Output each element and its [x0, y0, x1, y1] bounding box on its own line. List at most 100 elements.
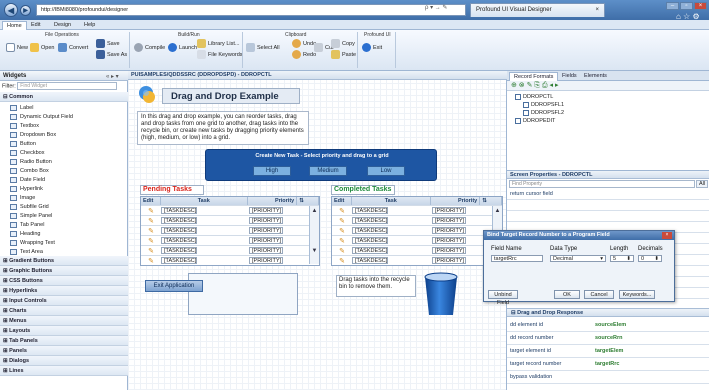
- table-row[interactable]: ✎ [TASKDESC] [PRIORITY]: [332, 245, 502, 255]
- cancel-button[interactable]: Cancel: [584, 290, 614, 299]
- property-row[interactable]: [507, 211, 709, 222]
- ok-button[interactable]: OK: [554, 290, 580, 299]
- table-row[interactable]: ✎ [TASKDESC] [PRIORITY]: [332, 215, 502, 225]
- unbind-field-button[interactable]: Unbind Field: [488, 290, 518, 306]
- address-bar[interactable]: http://IBMi8080/profoundui/designer: [36, 4, 466, 16]
- back-icon[interactable]: ◀: [4, 3, 18, 17]
- recycle-bin-icon[interactable]: [422, 271, 460, 317]
- all-properties-button[interactable]: All: [696, 180, 708, 188]
- design-canvas[interactable]: PUISAMPLES/QDDSSRC (DDROPDSPD) - DDROPCT…: [128, 71, 507, 390]
- category-common[interactable]: ⊟ Common: [0, 92, 128, 102]
- edit-pencil-icon[interactable]: ✎: [141, 227, 161, 235]
- dd-property-row[interactable]: dd record number sourceRrn: [507, 332, 709, 345]
- paste-button[interactable]: Paste: [331, 50, 356, 59]
- edit-pencil-icon[interactable]: ✎: [332, 247, 352, 255]
- close-icon[interactable]: ×: [694, 2, 707, 10]
- widget-category[interactable]: ⊞ Input Controls: [0, 296, 128, 306]
- copy-button[interactable]: Copy: [331, 39, 355, 48]
- save-button[interactable]: Save: [96, 39, 120, 48]
- widget-item[interactable]: Simple Panel: [10, 211, 52, 220]
- edit-pencil-icon[interactable]: ✎: [332, 207, 352, 215]
- property-row[interactable]: return cursor field: [507, 189, 709, 200]
- table-row[interactable]: ✎ [TASKDESC] [PRIORITY]: [332, 255, 502, 265]
- priority-medium[interactable]: Medium: [309, 166, 347, 176]
- table-row[interactable]: ✎ [TASKDESC] [PRIORITY]: [141, 245, 319, 255]
- widget-item[interactable]: Date Field: [10, 175, 45, 184]
- tab-help[interactable]: Help: [80, 21, 99, 30]
- tab-close-icon[interactable]: ×: [595, 7, 599, 13]
- exit-button[interactable]: Exit: [362, 43, 382, 52]
- grid-scrollbar[interactable]: ▲▼: [309, 206, 319, 264]
- tree-item-ddropsfl2[interactable]: DDROPSFL2: [523, 110, 564, 116]
- data-type-select[interactable]: Decimal ▾: [550, 255, 606, 262]
- priority-high[interactable]: High: [253, 166, 291, 176]
- edit-pencil-icon[interactable]: ✎: [141, 237, 161, 245]
- file-keywords-button[interactable]: File Keywords: [197, 50, 243, 59]
- decimals-input[interactable]: 0 ⬍: [638, 255, 662, 262]
- table-row[interactable]: ✎ [TASKDESC] [PRIORITY]: [141, 215, 319, 225]
- save-as-button[interactable]: Save As: [96, 50, 127, 59]
- widget-item[interactable]: Dropdown Box: [10, 130, 56, 139]
- widget-item[interactable]: Button: [10, 139, 36, 148]
- dd-property-row[interactable]: target element id targetElem: [507, 345, 709, 358]
- field-name-input[interactable]: targetRrc: [491, 255, 543, 262]
- tab-record-formats[interactable]: Record Formats: [509, 72, 559, 81]
- length-input[interactable]: 5 ⬍: [610, 255, 634, 262]
- edit-pencil-icon[interactable]: ✎: [332, 237, 352, 245]
- compile-button[interactable]: Compile: [134, 43, 165, 52]
- widget-category[interactable]: ⊞ Charts: [0, 306, 128, 316]
- find-property-input[interactable]: Find Property: [509, 180, 695, 188]
- widget-item[interactable]: Dynamic Output Field: [10, 112, 73, 121]
- redo-button[interactable]: Redo: [292, 50, 316, 59]
- browser-tab[interactable]: Profound UI Visual Designer ×: [470, 3, 605, 17]
- tab-edit[interactable]: Edit: [27, 21, 44, 30]
- table-row[interactable]: ✎ [TASKDESC] [PRIORITY]: [332, 205, 502, 215]
- widget-category[interactable]: ⊞ Lines: [0, 366, 128, 376]
- widget-category[interactable]: ⊞ Panels: [0, 346, 128, 356]
- edit-pencil-icon[interactable]: ✎: [141, 247, 161, 255]
- widget-category[interactable]: ⊞ Dialogs: [0, 356, 128, 366]
- table-row[interactable]: ✎ [TASKDESC] [PRIORITY]: [141, 235, 319, 245]
- table-row[interactable]: ✎ [TASKDESC] [PRIORITY]: [332, 235, 502, 245]
- widget-item[interactable]: Tab Panel: [10, 220, 44, 229]
- minimize-icon[interactable]: –: [666, 2, 679, 10]
- widget-item[interactable]: Combo Box: [10, 166, 49, 175]
- tab-design[interactable]: Design: [50, 21, 75, 30]
- table-row[interactable]: ✎ [TASKDESC] [PRIORITY]: [332, 225, 502, 235]
- widget-item[interactable]: Label: [10, 103, 33, 112]
- record-format-toolbar[interactable]: ⊕ ⊗ ✎ ⎘ ⎙ ◂ ▸: [507, 81, 709, 91]
- widget-category[interactable]: ⊞ CSS Buttons: [0, 276, 128, 286]
- priority-low[interactable]: Low: [367, 166, 405, 176]
- edit-pencil-icon[interactable]: ✎: [141, 217, 161, 225]
- widget-item[interactable]: Checkbox: [10, 148, 44, 157]
- tab-fields[interactable]: Fields: [558, 72, 581, 81]
- new-button[interactable]: New: [6, 43, 28, 52]
- library-list-button[interactable]: Library List...: [197, 39, 239, 48]
- completed-tasks-grid[interactable]: Edit Task Priority ⇅ ✎ [TASKDESC] [PRIORITY] ✎[…: [331, 196, 503, 266]
- tab-home[interactable]: Home: [2, 21, 27, 30]
- edit-pencil-icon[interactable]: ✎: [332, 217, 352, 225]
- dd-property-row[interactable]: target record number targetRrc: [507, 358, 709, 371]
- dd-property-row[interactable]: bypass validation: [507, 371, 709, 384]
- table-row[interactable]: ✎ [TASKDESC] [PRIORITY]: [141, 205, 319, 215]
- widget-filter-input[interactable]: Find Widget: [17, 82, 118, 90]
- tree-item-ddropsfl1[interactable]: DDROPSFL1: [523, 102, 564, 108]
- edit-pencil-icon[interactable]: ✎: [332, 257, 352, 265]
- convert-button[interactable]: Convert: [58, 43, 88, 52]
- maximize-icon[interactable]: ▫: [680, 2, 693, 10]
- widget-category[interactable]: ⊞ Hyperlinks: [0, 286, 128, 296]
- widget-category[interactable]: ⊞ Graphic Buttons: [0, 266, 128, 276]
- widget-category[interactable]: ⊞ Tab Panels: [0, 336, 128, 346]
- open-button[interactable]: Open: [30, 43, 54, 52]
- address-bar-icons[interactable]: ρ ▾ → ✎: [425, 4, 447, 11]
- tab-elements[interactable]: Elements: [580, 72, 611, 81]
- panel-controls-icons[interactable]: « ▸ ▾: [106, 73, 119, 80]
- tree-item-ddropctl[interactable]: DDROPCTL: [515, 94, 553, 100]
- tree-item-ddropedit[interactable]: DDROPEDIT: [515, 118, 555, 124]
- keywords-button[interactable]: Keywords...: [619, 290, 655, 299]
- select-all-button[interactable]: Select All: [246, 43, 280, 52]
- widget-item[interactable]: Hyperlink: [10, 184, 43, 193]
- widget-item[interactable]: Heading: [10, 229, 41, 238]
- widget-item[interactable]: Image: [10, 193, 35, 202]
- table-row[interactable]: ✎ [TASKDESC] [PRIORITY]: [141, 225, 319, 235]
